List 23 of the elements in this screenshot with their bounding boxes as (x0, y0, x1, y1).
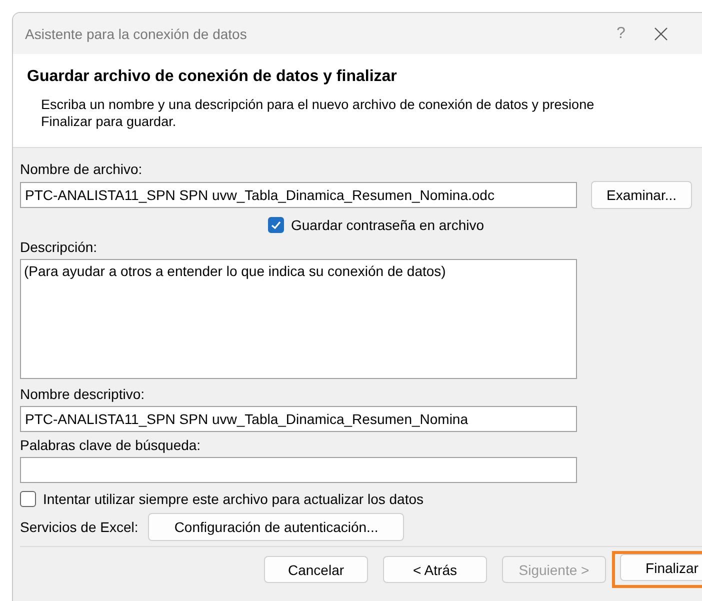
window-title: Asistente para la conexión de datos (25, 26, 248, 42)
field-label: Nombre de archivo: (20, 160, 142, 178)
field-label: Palabras clave de búsqueda: (20, 436, 201, 454)
file-name-field[interactable]: PTC-ANALISTA11_SPN SPN uvw_Tabla_Dinamica_Resumen_Nomina.odc (20, 182, 577, 208)
authentication-button[interactable]: Configuración de autenticación... (148, 513, 404, 541)
step-description: Escriba un nombre y una descripción para el nuevo archivo de conexión de datos y presione Finalizar para guardar. (40, 96, 596, 130)
browse-button[interactable]: Examinar... (591, 181, 692, 209)
checkbox-label: Guardar contraseña en archivo (291, 217, 484, 233)
keywords-field[interactable] (20, 457, 577, 483)
description-field[interactable]: (Para ayudar a otros a entender lo que indica su conexión de datos) (20, 259, 577, 379)
wizard-button[interactable]: Cancelar (264, 556, 368, 583)
friendly-name-field[interactable]: PTC-ANALISTA11_SPN SPN uvw_Tabla_Dinamica_Resumen_Nomina (20, 406, 577, 432)
check-icon (270, 219, 282, 231)
field-label: Servicios de Excel: (20, 519, 138, 535)
wizard-button[interactable]: Finalizar (620, 554, 702, 581)
close-icon (654, 26, 668, 40)
step-title: Guardar archivo de conexión de datos y finalizar (27, 68, 398, 86)
field-label: Descripción: (20, 238, 98, 256)
wizard-button[interactable]: < Atrás (383, 556, 487, 583)
field-label: Nombre descriptivo: (20, 385, 144, 403)
checkbox-label: Intentar utilizar siempre este archivo para actualizar los datos (43, 491, 424, 507)
checkbox[interactable] (20, 491, 36, 507)
checkbox[interactable] (268, 217, 284, 233)
